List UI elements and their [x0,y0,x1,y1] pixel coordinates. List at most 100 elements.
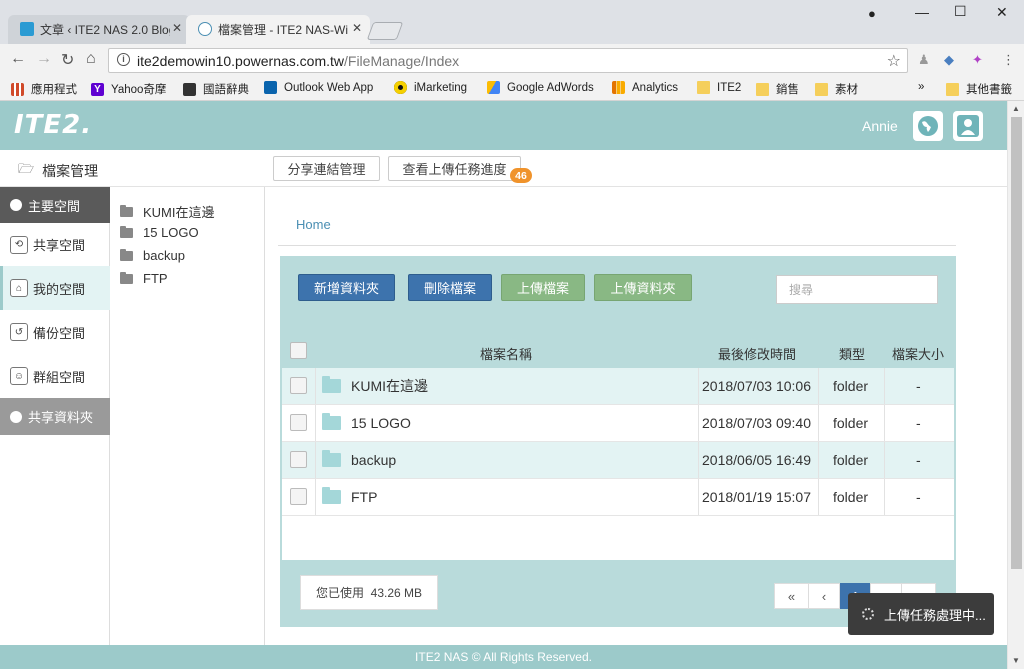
pager-first-button[interactable]: « [774,583,809,609]
upload-file-button[interactable]: 上傳檔案 [501,274,585,301]
table-row[interactable]: FTP 2018/01/19 15:07 folder - [282,479,954,516]
tree-item[interactable]: 15 LOGO [120,225,199,240]
divider [315,442,316,478]
pager-prev-button[interactable]: ‹ [808,583,840,609]
bookmark-label: ITE2 [717,81,742,94]
group-icon: ☺ [10,367,28,385]
divider [818,368,819,404]
reload-icon[interactable]: ↻ [61,50,74,70]
upload-progress-button[interactable]: 查看上傳任務進度 [388,156,521,181]
tree-item[interactable]: KUMI在這邊 [120,202,215,221]
divider [884,479,885,515]
tree-item[interactable]: FTP [120,271,168,286]
folder-icon [120,248,133,261]
home-icon[interactable]: ⌂ [86,50,96,68]
column-header-type[interactable]: 類型 [839,344,865,363]
table-row[interactable]: KUMI在這邊 2018/07/03 10:06 folder - [282,368,954,405]
size-cell: - [916,378,921,394]
close-window-icon[interactable]: ✕ [996,4,1008,21]
bookmark-adwords[interactable]: Google AdWords [487,81,594,94]
file-name-cell[interactable]: backup [322,442,396,478]
scroll-up-icon[interactable]: ▲ [1012,104,1020,113]
sidebar-item-shared-space[interactable]: ⟲ 共享空間 [0,223,110,266]
bookmark-star-icon[interactable]: ☆ [887,51,901,71]
forward-icon[interactable]: → [36,50,52,68]
column-header-modified[interactable]: 最後修改時間 [718,344,796,363]
extension-icon[interactable]: ◆ [944,52,954,68]
column-header-name[interactable]: 檔案名稱 [480,344,532,363]
search-input[interactable]: 搜尋 [776,275,938,304]
row-checkbox[interactable] [290,488,307,505]
upload-folder-button[interactable]: 上傳資料夾 [594,274,692,301]
bookmark-folder-material[interactable]: 素材 [815,81,858,97]
row-checkbox[interactable] [290,377,307,394]
table-row[interactable]: backup 2018/06/05 16:49 folder - [282,442,954,479]
menu-kebab-icon[interactable]: ⋮ [1002,52,1015,68]
bookmark-label: iMarketing [414,81,468,94]
sidebar-item-my-space[interactable]: ⌂ 我的空間 [0,266,110,310]
user-icon [957,115,979,137]
row-checkbox[interactable] [290,451,307,468]
divider [698,442,699,478]
bookmark-dictionary[interactable]: 國語辭典 [183,81,249,97]
file-name: backup [351,452,397,468]
bookmark-imarketing[interactable]: iMarketing [394,81,467,94]
divider [884,368,885,404]
maximize-icon[interactable]: ☐ [954,3,967,20]
url-host: ite2demowin10.powernas.com.tw [137,52,344,69]
page-scrollbar[interactable]: ▲ ▼ [1007,101,1024,669]
more-bookmarks-label: » [918,81,925,93]
outlook-icon [264,81,277,94]
username: Annie [862,118,898,134]
scrollbar-thumb[interactable] [1011,117,1022,569]
scroll-down-icon[interactable]: ▼ [1012,656,1020,665]
other-bookmarks-folder[interactable]: 其他書籤 [946,81,1012,97]
browser-tab-filemanage[interactable]: 檔案管理 - ITE2 NAS-Wi ✕ [186,15,370,44]
site-info-icon[interactable]: i [117,53,130,66]
bookmark-folder-ite2[interactable]: ITE2 [697,81,741,94]
new-folder-button[interactable]: 新增資料夾 [298,274,395,301]
extension-icon[interactable]: ✦ [972,52,983,68]
table-row[interactable]: 15 LOGO 2018/07/03 09:40 folder - [282,405,954,442]
new-tab-button[interactable] [366,22,404,40]
browser-tab-blog[interactable]: 文章 ‹ ITE2 NAS 2.0 Blog ✕ [8,15,190,44]
bookmark-folder-sales[interactable]: 銷售 [756,81,799,97]
minimize-icon[interactable]: — [915,4,929,20]
sidebar-item-group-space[interactable]: ☺ 群組空間 [0,354,110,398]
share-links-button[interactable]: 分享連結管理 [273,156,380,181]
row-checkbox[interactable] [290,414,307,431]
bookmark-outlook[interactable]: Outlook Web App [264,81,373,94]
profile-icon[interactable]: ● [868,6,876,21]
modified-cell: 2018/01/19 15:07 [702,489,811,505]
modified-cell: 2018/07/03 10:06 [702,378,811,394]
adwords-icon [487,81,500,94]
language-button[interactable] [913,111,943,141]
delete-files-button[interactable]: 刪除檔案 [408,274,492,301]
more-bookmarks-button[interactable]: » [918,81,924,93]
file-name-cell[interactable]: FTP [322,479,377,515]
select-all-checkbox[interactable] [290,342,307,359]
file-name-cell[interactable]: 15 LOGO [322,405,411,441]
back-icon[interactable]: ← [10,50,26,68]
extension-person-icon[interactable]: ♟ [918,52,930,68]
bookmark-yahoo[interactable]: Y Yahoo奇摩 [91,81,166,97]
sidebar-item-shared-folder[interactable]: 共享資料夾 [0,398,110,435]
tree-item[interactable]: backup [120,248,185,263]
file-panel: 新增資料夾 刪除檔案 上傳檔案 上傳資料夾 搜尋 檔案名稱 最後修改時間 類型 … [280,256,956,627]
file-name-cell[interactable]: KUMI在這邊 [322,368,428,404]
close-tab-icon[interactable]: ✕ [352,21,362,35]
divider [818,405,819,441]
breadcrumb-home[interactable]: Home [296,217,331,232]
dictionary-icon [183,82,196,96]
close-tab-icon[interactable]: ✕ [172,21,182,35]
address-bar[interactable]: i ite2demowin10.powernas.com.tw/FileMana… [108,48,908,73]
account-button[interactable] [953,111,983,141]
bookmark-analytics[interactable]: Analytics [612,81,678,94]
divider [278,245,956,246]
browser-tab-strip: 文章 ‹ ITE2 NAS 2.0 Blog ✕ 檔案管理 - ITE2 NAS… [0,0,1024,44]
divider [698,368,699,404]
bookmark-apps[interactable]: 應用程式 [11,81,77,97]
sidebar-item-main-space[interactable]: 主要空間 [0,187,110,223]
sidebar-item-backup-space[interactable]: ↺ 備份空間 [0,310,110,354]
column-header-size[interactable]: 檔案大小 [892,344,944,363]
